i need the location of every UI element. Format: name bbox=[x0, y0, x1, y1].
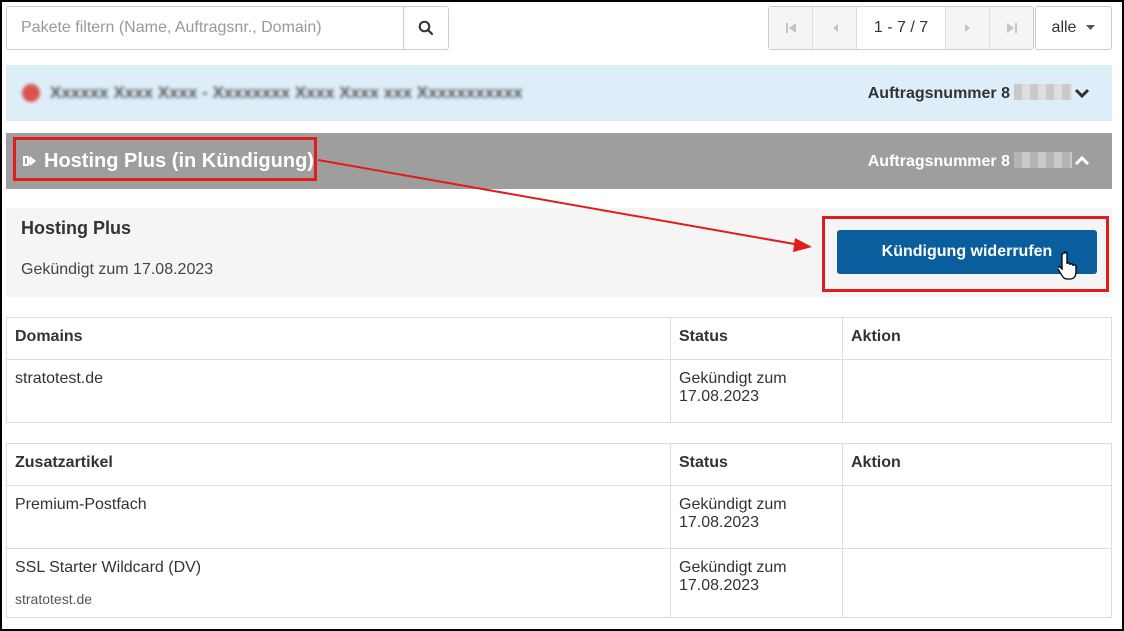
column-header-addons: Zusatzartikel bbox=[6, 443, 671, 486]
domains-table: Domains Status Aktion stratotest.de Gekü… bbox=[6, 317, 1112, 423]
order-number: Auftragsnummer 8 bbox=[868, 151, 1072, 171]
table-header-row: Domains Status Aktion bbox=[6, 317, 1112, 360]
search-input[interactable] bbox=[6, 6, 403, 50]
domain-name: stratotest.de bbox=[6, 359, 671, 423]
package-name: Hosting Plus bbox=[21, 218, 132, 238]
domain-status: Gekündigt zum 17.08.2023 bbox=[670, 359, 843, 423]
redacted-mask bbox=[1014, 83, 1072, 100]
table-row: stratotest.de Gekündigt zum 17.08.2023 bbox=[6, 359, 1112, 423]
chevron-down-icon[interactable] bbox=[1074, 87, 1090, 99]
filter-value: alle bbox=[1051, 19, 1077, 36]
table-header-row: Zusatzartikel Status Aktion bbox=[6, 443, 1112, 486]
addon-cell: SSL Starter Wildcard (DV) stratotest.de bbox=[6, 548, 671, 618]
order-title-blurred: Xxxxxx Xxxx Xxxx - Xxxxxxxx Xxxx Xxxx xx… bbox=[22, 83, 523, 103]
column-header-domains: Domains bbox=[6, 317, 671, 360]
addon-status: Gekündigt zum 17.08.2023 bbox=[670, 548, 843, 618]
cancel-date: Gekündigt zum 17.08.2023 bbox=[21, 261, 214, 278]
search-icon bbox=[418, 20, 434, 36]
addon-action bbox=[842, 548, 1112, 618]
search-button[interactable] bbox=[403, 6, 449, 50]
addon-name: Premium-Postfach bbox=[6, 485, 671, 549]
prev-page-icon bbox=[832, 24, 838, 32]
order-number: Auftragsnummer 8 bbox=[868, 83, 1072, 103]
next-page-icon bbox=[964, 24, 970, 32]
column-header-status: Status bbox=[670, 443, 843, 486]
last-page-button[interactable] bbox=[990, 7, 1033, 49]
addon-name: SSL Starter Wildcard (DV) bbox=[15, 559, 202, 576]
package-search bbox=[6, 6, 449, 50]
addon-domain: stratotest.de bbox=[15, 591, 93, 607]
table-row: Premium-Postfach Gekündigt zum 17.08.202… bbox=[6, 485, 1112, 549]
highlight-box-title bbox=[13, 137, 317, 181]
order-title: Xxxxxx Xxxx Xxxx - Xxxxxxxx Xxxx Xxxx xx… bbox=[50, 83, 523, 102]
last-page-icon bbox=[1006, 23, 1017, 33]
hand-cursor-icon bbox=[1058, 251, 1077, 280]
shop-icon bbox=[22, 84, 40, 102]
pagination: 1 - 7 / 7 bbox=[768, 6, 1034, 50]
order-row-collapsed[interactable]: Xxxxxx Xxxx Xxxx - Xxxxxxxx Xxxx Xxxx xx… bbox=[6, 65, 1112, 121]
column-header-status: Status bbox=[670, 317, 843, 360]
page-range: 1 - 7 / 7 bbox=[857, 7, 946, 49]
first-page-icon bbox=[785, 23, 796, 33]
next-page-button[interactable] bbox=[946, 7, 990, 49]
addon-action bbox=[842, 485, 1112, 549]
column-header-action: Aktion bbox=[842, 443, 1112, 486]
caret-down-icon bbox=[1086, 25, 1096, 30]
chevron-up-icon[interactable] bbox=[1074, 155, 1090, 167]
domain-action bbox=[842, 359, 1112, 423]
table-row: SSL Starter Wildcard (DV) stratotest.de … bbox=[6, 548, 1112, 618]
first-page-button[interactable] bbox=[769, 7, 813, 49]
addons-table: Zusatzartikel Status Aktion Premium-Post… bbox=[6, 443, 1112, 618]
redacted-mask bbox=[1014, 151, 1072, 168]
column-header-action: Aktion bbox=[842, 317, 1112, 360]
addon-status: Gekündigt zum 17.08.2023 bbox=[670, 485, 843, 549]
prev-page-button[interactable] bbox=[813, 7, 857, 49]
status-filter-select[interactable]: alle bbox=[1035, 6, 1112, 50]
